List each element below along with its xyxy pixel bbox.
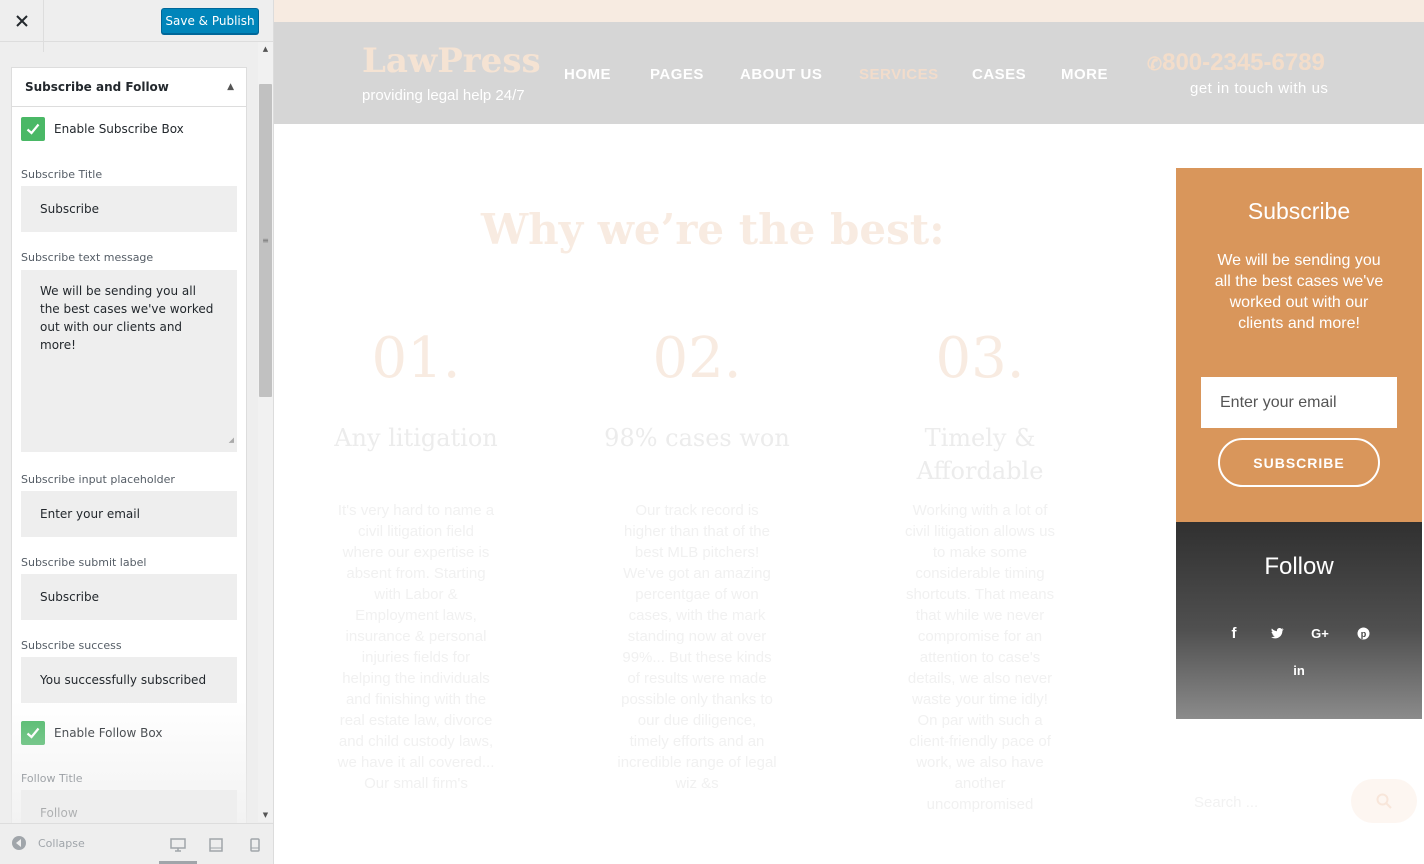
nav-about-us[interactable]: ABOUT US <box>740 66 822 83</box>
enable-follow-checkbox[interactable]: Enable Follow Box <box>21 721 162 745</box>
column-body: It's very hard to name a civil litigatio… <box>337 502 495 792</box>
site-logo[interactable]: LawPress <box>362 41 541 81</box>
mobile-preview-button[interactable] <box>245 835 265 855</box>
column-body: Our track record is higher than that of … <box>617 502 777 792</box>
nav-cases[interactable]: CASES <box>972 66 1026 83</box>
search-input[interactable]: Search ... <box>1194 794 1258 811</box>
column-number: 03. <box>935 326 1025 391</box>
tablet-icon <box>209 838 223 852</box>
column-title: Any litigation <box>334 424 498 452</box>
tablet-preview-button[interactable] <box>206 835 226 855</box>
nav-more[interactable]: MORE <box>1061 66 1108 83</box>
enable-subscribe-label: Enable Subscribe Box <box>54 122 184 136</box>
subscribe-button[interactable]: SUBSCRIBE <box>1218 438 1380 487</box>
subscribe-title-label: Subscribe Title <box>21 168 103 181</box>
phone-number[interactable]: ✆800-2345-6789 <box>1147 49 1325 77</box>
subscribe-follow-section: Subscribe and Follow ▲ Enable Subscribe … <box>11 67 247 836</box>
site-preview: LawPress providing legal help 24/7 HOME … <box>274 0 1424 864</box>
subscribe-email-input[interactable] <box>1201 377 1397 428</box>
collapse-arrow-icon[interactable]: ▲ <box>227 82 234 92</box>
phone-number-text: 800-2345-6789 <box>1162 49 1325 76</box>
google-plus-icon[interactable]: G+ <box>1309 622 1331 644</box>
header-divider <box>43 42 44 52</box>
pinterest-icon[interactable]: p <box>1352 622 1374 644</box>
enable-subscribe-checkbox[interactable]: Enable Subscribe Box <box>21 117 184 141</box>
follow-widget: Follow f G+ p in <box>1176 522 1422 719</box>
subscribe-placeholder-label: Subscribe input placeholder <box>21 473 175 486</box>
site-tagline: providing legal help 24/7 <box>362 87 525 104</box>
customizer-header: Save & Publish <box>0 0 273 42</box>
subscribe-title-input[interactable]: Subscribe <box>21 186 237 232</box>
column-number: 02. <box>652 326 742 391</box>
collapse-button[interactable]: Collapse <box>12 836 85 850</box>
enable-follow-label: Enable Follow Box <box>54 726 163 740</box>
scroll-down-arrow-icon[interactable]: ▼ <box>258 809 273 821</box>
column-number: 01. <box>371 326 461 391</box>
collapse-arrow-icon <box>12 836 26 850</box>
collapse-label: Collapse <box>38 836 85 850</box>
subscribe-title: Subscribe <box>1247 198 1351 224</box>
close-icon <box>15 15 28 27</box>
subscribe-widget: Subscribe We will be sending you all the… <box>1176 168 1422 522</box>
scrollbar-grip-icon: ≡ <box>262 236 269 245</box>
checkbox-checked-icon <box>21 721 45 745</box>
nav-home[interactable]: HOME <box>564 66 611 83</box>
svg-text:p: p <box>1360 629 1366 639</box>
customizer-footer: Collapse <box>0 823 273 864</box>
resize-grip-icon[interactable]: ◢ <box>229 431 234 449</box>
contact-text: get in touch with us <box>1190 80 1329 97</box>
section-title: Subscribe and Follow <box>25 80 169 94</box>
search-icon <box>1376 793 1392 809</box>
section-header[interactable]: Subscribe and Follow ▲ <box>12 68 246 107</box>
subscribe-placeholder-input[interactable]: Enter your email <box>21 491 237 537</box>
twitter-icon[interactable] <box>1266 622 1288 644</box>
subscribe-success-input[interactable]: You successfully subscribed <box>21 657 237 703</box>
scroll-up-arrow-icon[interactable]: ▲ <box>258 43 273 55</box>
nav-services[interactable]: SERVICES <box>859 66 939 83</box>
column-title: 98% cases won <box>604 424 790 452</box>
desktop-icon <box>170 838 186 852</box>
subscribe-text-label: Subscribe text message <box>21 251 154 264</box>
subscribe-submit-input[interactable]: Subscribe <box>21 574 237 620</box>
customizer-sidebar: Save & Publish Subscribe and Follow ▲ En… <box>0 0 274 864</box>
follow-title-label: Follow Title <box>21 772 83 785</box>
column-title: Timely & Affordable <box>916 424 1044 485</box>
subscribe-text-value: We will be sending you all the best case… <box>40 284 214 352</box>
site-header: LawPress providing legal help 24/7 HOME … <box>274 22 1424 124</box>
phone-icon: ✆ <box>1147 54 1163 74</box>
column-body: Working with a lot of civil litigation a… <box>904 502 1056 813</box>
subscribe-submit-label: Subscribe submit label <box>21 556 147 569</box>
checkbox-checked-icon <box>21 117 45 141</box>
save-publish-button[interactable]: Save & Publish <box>161 8 259 34</box>
close-button[interactable] <box>0 0 44 42</box>
subscribe-message: We will be sending you all the best case… <box>1214 252 1384 332</box>
search-button[interactable] <box>1351 779 1417 823</box>
subscribe-success-label: Subscribe success <box>21 639 122 652</box>
subscribe-text-textarea[interactable]: We will be sending you all the best case… <box>21 270 237 452</box>
facebook-icon[interactable]: f <box>1223 622 1245 644</box>
desktop-preview-button[interactable] <box>168 835 188 855</box>
follow-title: Follow <box>1264 553 1334 580</box>
top-bar <box>274 0 1424 22</box>
nav-pages[interactable]: PAGES <box>650 66 704 83</box>
section-heading: Why we’re the best: <box>481 205 945 254</box>
mobile-icon <box>250 838 260 852</box>
linkedin-icon[interactable]: in <box>1288 659 1310 681</box>
